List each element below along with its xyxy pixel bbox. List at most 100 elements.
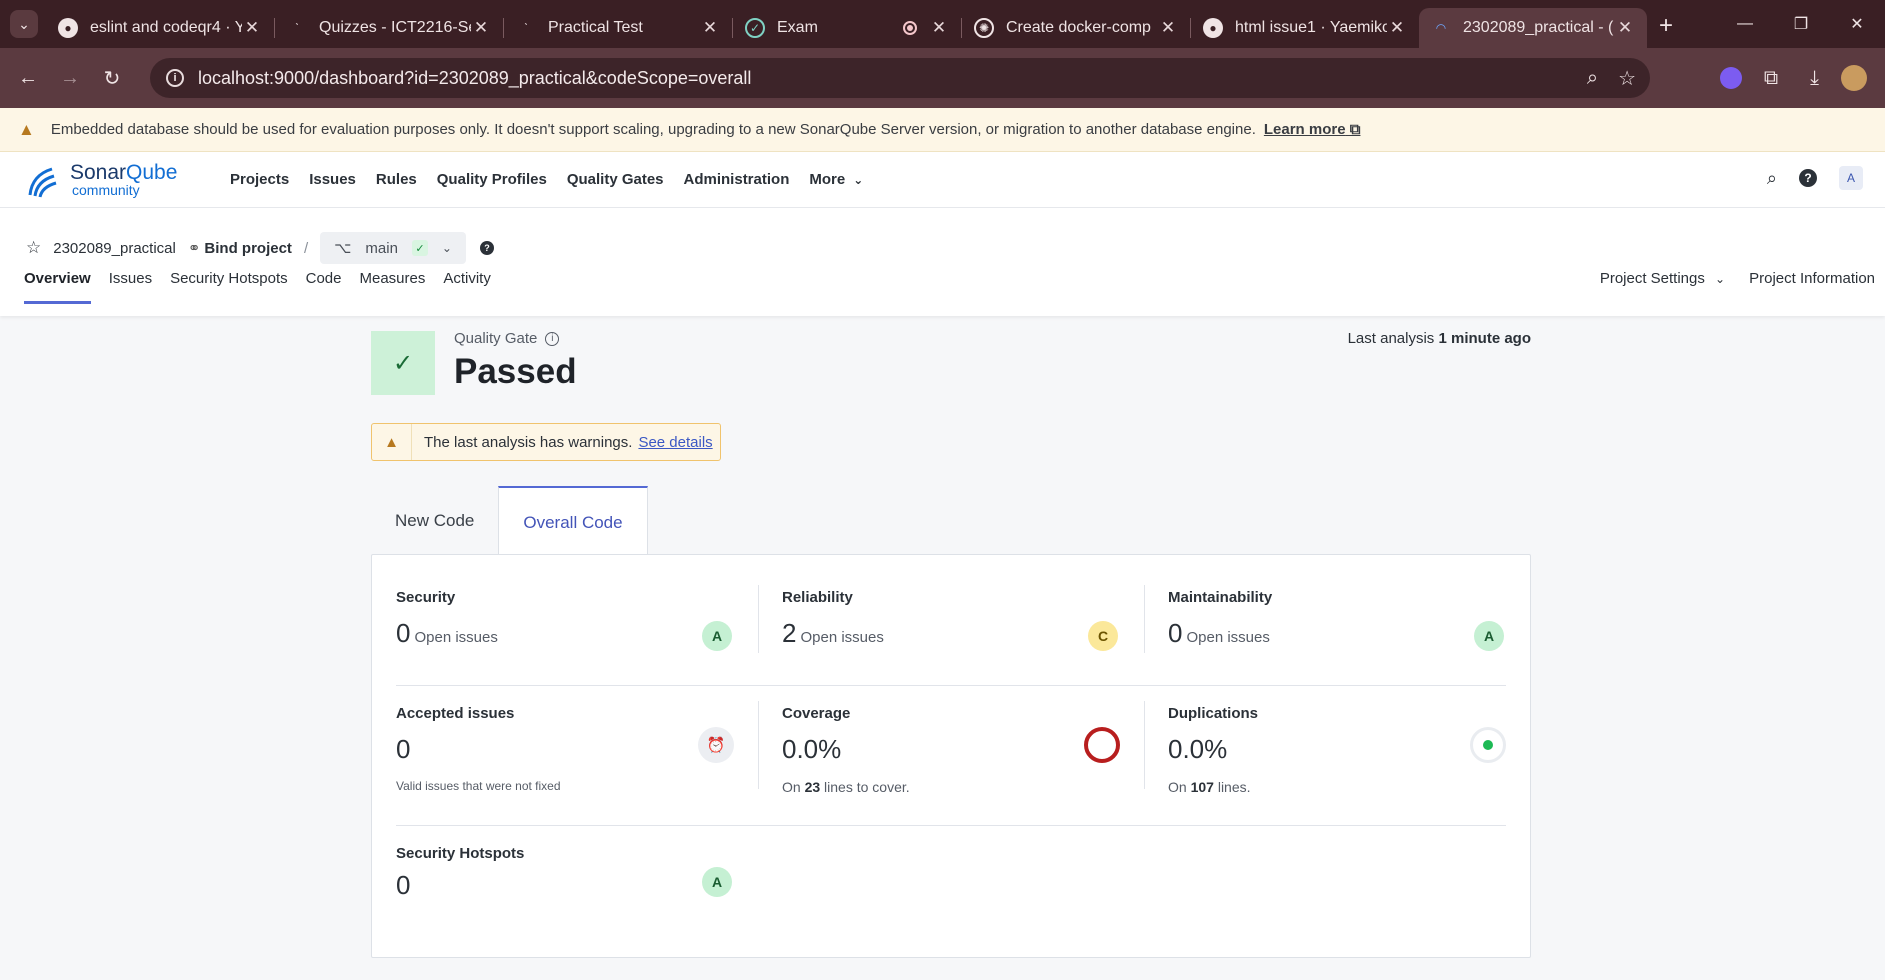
- close-icon[interactable]: ✕: [1615, 18, 1635, 38]
- project-settings-menu[interactable]: Project Settings ⌄: [1600, 270, 1725, 287]
- security-grade[interactable]: A: [702, 621, 732, 651]
- close-icon[interactable]: ✕: [700, 18, 720, 38]
- search-icon[interactable]: ⌕: [1767, 168, 1777, 189]
- branch-name: main: [365, 239, 398, 257]
- help-icon[interactable]: ?: [1799, 169, 1817, 187]
- reliability-grade[interactable]: C: [1088, 621, 1118, 651]
- close-icon[interactable]: ✕: [1158, 18, 1178, 38]
- maintainability-grade[interactable]: A: [1474, 621, 1504, 651]
- address-bar: ← → ↻ i localhost:9000/dashboard?id=2302…: [0, 48, 1885, 108]
- divider: [396, 825, 1506, 826]
- tab-overall-code[interactable]: Overall Code: [498, 486, 648, 557]
- minimize-icon[interactable]: —: [1717, 0, 1773, 48]
- tab-security-hotspots[interactable]: Security Hotspots: [170, 270, 288, 304]
- metric-subtext: Valid issues that were not fixed: [396, 779, 561, 793]
- security-hotspots-metric[interactable]: Security Hotspots 0: [396, 845, 524, 901]
- sonarqube-wave-icon: [28, 167, 57, 197]
- browser-tab-active[interactable]: ◠ 2302089_practical - ( ✕: [1419, 8, 1647, 48]
- close-icon[interactable]: ✕: [471, 18, 491, 38]
- coverage-metric[interactable]: Coverage 0.0% On 23 lines to cover.: [782, 705, 910, 795]
- quality-gate-status: Passed: [454, 352, 577, 391]
- browser-tab[interactable]: ˋ Quizzes - ICT2216-Se ✕: [275, 8, 503, 48]
- metric-value: 0 Open issues: [1168, 618, 1270, 648]
- tab-measures[interactable]: Measures: [359, 270, 425, 304]
- accepted-issues-metric[interactable]: Accepted issues 0 Valid issues that were…: [396, 705, 561, 793]
- extensions-puzzle-icon[interactable]: ⧉: [1764, 67, 1778, 90]
- tab-title: html issue1 · Yaemiko: [1235, 19, 1387, 36]
- github-icon: ●: [1203, 18, 1223, 38]
- back-icon[interactable]: ←: [14, 64, 42, 92]
- duplications-metric[interactable]: Duplications 0.0% On 107 lines.: [1168, 705, 1258, 795]
- profile-avatar[interactable]: [1841, 65, 1867, 91]
- close-window-icon[interactable]: ✕: [1829, 0, 1885, 48]
- close-icon[interactable]: ✕: [1387, 18, 1407, 38]
- tab-search-button[interactable]: ⌄: [10, 10, 38, 38]
- project-information-link[interactable]: Project Information: [1749, 270, 1875, 287]
- security-metric[interactable]: Security 0 Open issues: [396, 589, 498, 649]
- bind-project-button[interactable]: ⚭ Bind project: [188, 239, 292, 258]
- divider: [1144, 585, 1145, 653]
- nav-projects[interactable]: Projects: [230, 171, 289, 188]
- browser-tab[interactable]: ✓ Exam ✕: [733, 8, 961, 48]
- tab-title: eslint and codeqr4 · Y: [90, 19, 242, 36]
- brand-icon: ˋ: [295, 21, 299, 35]
- browser-tab[interactable]: ● eslint and codeqr4 · Y ✕: [46, 8, 274, 48]
- browser-tab[interactable]: ● html issue1 · Yaemiko ✕: [1191, 8, 1419, 48]
- project-name[interactable]: 2302089_practical: [53, 240, 176, 257]
- reload-icon[interactable]: ↻: [98, 64, 126, 92]
- metric-value: 0: [396, 870, 411, 900]
- quality-gate-passed-badge: ✓: [371, 331, 435, 395]
- see-details-link[interactable]: See details: [638, 434, 712, 451]
- warning-icon: ▲: [18, 119, 35, 139]
- close-icon[interactable]: ✕: [242, 18, 262, 38]
- nav-issues[interactable]: Issues: [309, 171, 356, 188]
- divider: [758, 701, 759, 789]
- sonarqube-logo[interactable]: SonarQube community: [26, 161, 210, 199]
- tab-activity[interactable]: Activity: [443, 270, 491, 304]
- browser-tab-bar: ⌄ ● eslint and codeqr4 · Y ✕ ˋ Quizzes -…: [0, 0, 1885, 48]
- info-icon[interactable]: i: [545, 331, 560, 346]
- nav-more[interactable]: More ⌄: [809, 171, 863, 188]
- maintainability-metric[interactable]: Maintainability 0 Open issues: [1168, 589, 1272, 649]
- nav-quality-profiles[interactable]: Quality Profiles: [437, 171, 547, 188]
- duplications-indicator-icon: [1470, 727, 1506, 763]
- tab-title: Exam: [777, 19, 818, 36]
- metric-subtext: On 107 lines.: [1168, 779, 1251, 795]
- site-info-icon[interactable]: i: [166, 69, 184, 87]
- tab-issues[interactable]: Issues: [109, 270, 152, 304]
- url-input[interactable]: i localhost:9000/dashboard?id=2302089_pr…: [150, 58, 1650, 98]
- branch-help-icon[interactable]: ?: [479, 241, 494, 255]
- close-icon[interactable]: ✕: [929, 18, 949, 38]
- tab-overview[interactable]: Overview: [24, 270, 91, 304]
- metric-title: Accepted issues: [396, 705, 515, 722]
- tab-new-code[interactable]: New Code: [371, 486, 498, 556]
- chevron-down-icon: ⌄: [1715, 272, 1726, 286]
- reliability-metric[interactable]: Reliability 2 Open issues: [782, 589, 884, 649]
- zoom-icon[interactable]: ⌕: [1587, 67, 1598, 90]
- metric-value: 2 Open issues: [782, 618, 884, 648]
- learn-more-link[interactable]: Learn more ⧉: [1264, 121, 1361, 138]
- metric-value: 0 Open issues: [396, 618, 498, 648]
- new-tab-button[interactable]: +: [1659, 12, 1673, 40]
- restore-icon[interactable]: ❐: [1773, 0, 1829, 48]
- download-icon[interactable]: ⤓: [1810, 67, 1819, 90]
- metric-title: Reliability: [782, 589, 853, 606]
- security-hotspots-grade[interactable]: A: [702, 867, 732, 897]
- nav-rules[interactable]: Rules: [376, 171, 417, 188]
- bookmark-star-icon[interactable]: ☆: [1618, 66, 1636, 91]
- browser-tab[interactable]: ˋ Practical Test ✕: [504, 8, 732, 48]
- nav-administration[interactable]: Administration: [684, 171, 790, 188]
- metric-title: Security: [396, 589, 456, 606]
- vpn-extension-icon[interactable]: [1719, 67, 1742, 89]
- nav-quality-gates[interactable]: Quality Gates: [567, 171, 664, 188]
- forward-icon[interactable]: →: [56, 64, 84, 92]
- tab-code[interactable]: Code: [306, 270, 342, 304]
- browser-tab[interactable]: ✺ Create docker-comp ✕: [962, 8, 1190, 48]
- branch-selector[interactable]: ⌥ main ✓ ⌄: [320, 232, 466, 264]
- favorite-star-icon[interactable]: ☆: [26, 238, 41, 258]
- metric-value: 0.0%: [1168, 734, 1228, 764]
- github-icon: ●: [58, 18, 78, 38]
- user-avatar[interactable]: A: [1839, 166, 1863, 190]
- metric-value: 0.0%: [782, 734, 842, 764]
- alarm-clock-icon: ⏰: [698, 727, 734, 763]
